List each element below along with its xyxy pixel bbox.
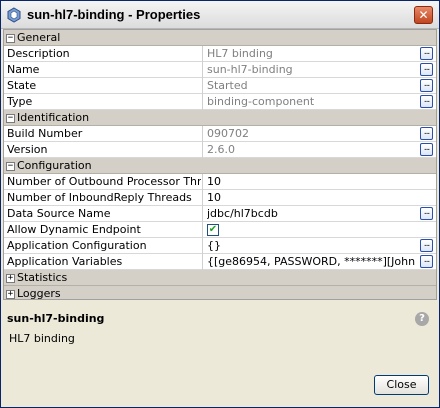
property-value: 090702 [207, 127, 249, 140]
category-label: Loggers [17, 287, 61, 300]
property-row-application-variables[interactable]: Application Variables {[ge86954, PASSWOR… [4, 254, 436, 270]
property-name: State [7, 79, 37, 92]
property-value-input[interactable]: 10 [207, 191, 419, 204]
property-row-type[interactable]: Type binding-component ... [4, 94, 436, 110]
property-name: Number of InboundReply Threads [7, 191, 192, 204]
property-name: Application Configuration [7, 239, 147, 252]
property-value-input[interactable]: 10 [207, 175, 419, 188]
property-name: Description [7, 47, 70, 60]
ellipsis-button[interactable]: ... [420, 79, 433, 92]
properties-window: sun-hl7-binding - Properties ✕ − General… [0, 0, 440, 408]
collapse-icon[interactable]: − [6, 162, 15, 171]
collapse-icon[interactable]: − [6, 114, 15, 123]
property-value[interactable]: {[ge86954, PASSWORD, *******][John Smith… [207, 255, 419, 268]
category-configuration[interactable]: − Configuration [4, 158, 436, 174]
property-row-data-source-name[interactable]: Data Source Name jdbc/hl7bcdb ... [4, 206, 436, 222]
property-value: HL7 binding [207, 47, 273, 60]
property-value: 2.6.0 [207, 143, 235, 156]
allow-dynamic-endpoint-checkbox[interactable]: ✔ [207, 224, 219, 236]
property-row-description[interactable]: Description HL7 binding ... [4, 46, 436, 62]
property-name: Name [7, 63, 40, 76]
ellipsis-button[interactable]: ... [420, 255, 433, 268]
category-label: Statistics [17, 271, 68, 284]
property-row-application-configuration[interactable]: Application Configuration {} ... [4, 238, 436, 254]
property-row-inbound-reply-threads[interactable]: Number of InboundReply Threads 10 [4, 190, 436, 206]
column-divider [202, 142, 203, 158]
property-sheet: − General Description HL7 binding ... Na… [3, 29, 437, 300]
ellipsis-button[interactable]: ... [420, 239, 433, 252]
property-name: Data Source Name [7, 207, 111, 220]
title-bar[interactable]: sun-hl7-binding - Properties ✕ [1, 1, 439, 29]
property-name: Type [7, 95, 33, 108]
ellipsis-button[interactable]: ... [420, 143, 433, 156]
category-statistics[interactable]: + Statistics [4, 270, 436, 286]
category-general[interactable]: − General [4, 30, 436, 46]
component-hexagon-icon [6, 7, 22, 23]
property-value-input[interactable]: jdbc/hl7bcdb [207, 207, 419, 220]
property-value: binding-component [207, 95, 315, 108]
ellipsis-button[interactable]: ... [420, 63, 433, 76]
ellipsis-button[interactable]: ... [420, 207, 433, 220]
property-row-build-number[interactable]: Build Number 090702 ... [4, 126, 436, 142]
ellipsis-button[interactable]: ... [420, 95, 433, 108]
column-divider [202, 126, 203, 142]
column-divider [202, 62, 203, 78]
description-title: sun-hl7-binding [7, 312, 105, 325]
collapse-icon[interactable]: − [6, 34, 15, 43]
category-label: General [17, 31, 61, 44]
description-panel: sun-hl7-binding ? HL7 binding Close [3, 305, 437, 403]
column-divider [202, 46, 203, 62]
ellipsis-button[interactable]: ... [420, 47, 433, 60]
ellipsis-button[interactable]: ... [420, 127, 433, 140]
close-icon[interactable]: ✕ [414, 6, 433, 24]
property-name: Allow Dynamic Endpoint [7, 223, 141, 236]
property-name: Build Number [7, 127, 83, 140]
window-title: sun-hl7-binding - Properties [27, 7, 201, 22]
property-row-state[interactable]: State Started ... [4, 78, 436, 94]
property-value: sun-hl7-binding [207, 63, 293, 76]
category-identification[interactable]: − Identification [4, 110, 436, 126]
column-divider [202, 190, 203, 206]
column-divider [202, 78, 203, 94]
property-name: Number of Outbound Processor Threads [7, 175, 201, 188]
property-name: Version [7, 143, 48, 156]
description-text: HL7 binding [9, 332, 75, 345]
property-row-outbound-threads[interactable]: Number of Outbound Processor Threads 10 [4, 174, 436, 190]
property-value: Started [207, 79, 248, 92]
category-label: Configuration [17, 159, 92, 172]
category-label: Identification [17, 111, 90, 124]
property-row-allow-dynamic-endpoint[interactable]: Allow Dynamic Endpoint ✔ [4, 222, 436, 238]
column-divider [202, 94, 203, 110]
property-value[interactable]: {} [207, 239, 419, 252]
help-icon[interactable]: ? [415, 312, 429, 326]
expand-icon[interactable]: + [6, 290, 15, 299]
expand-icon[interactable]: + [6, 274, 15, 283]
property-name: Application Variables [7, 255, 123, 268]
property-row-version[interactable]: Version 2.6.0 ... [4, 142, 436, 158]
column-divider [202, 238, 203, 254]
column-divider [202, 206, 203, 222]
property-row-name[interactable]: Name sun-hl7-binding ... [4, 62, 436, 78]
column-divider [202, 254, 203, 270]
column-divider [202, 222, 203, 238]
close-button[interactable]: Close [374, 375, 429, 395]
column-divider [202, 174, 203, 190]
category-loggers[interactable]: + Loggers [4, 286, 436, 300]
